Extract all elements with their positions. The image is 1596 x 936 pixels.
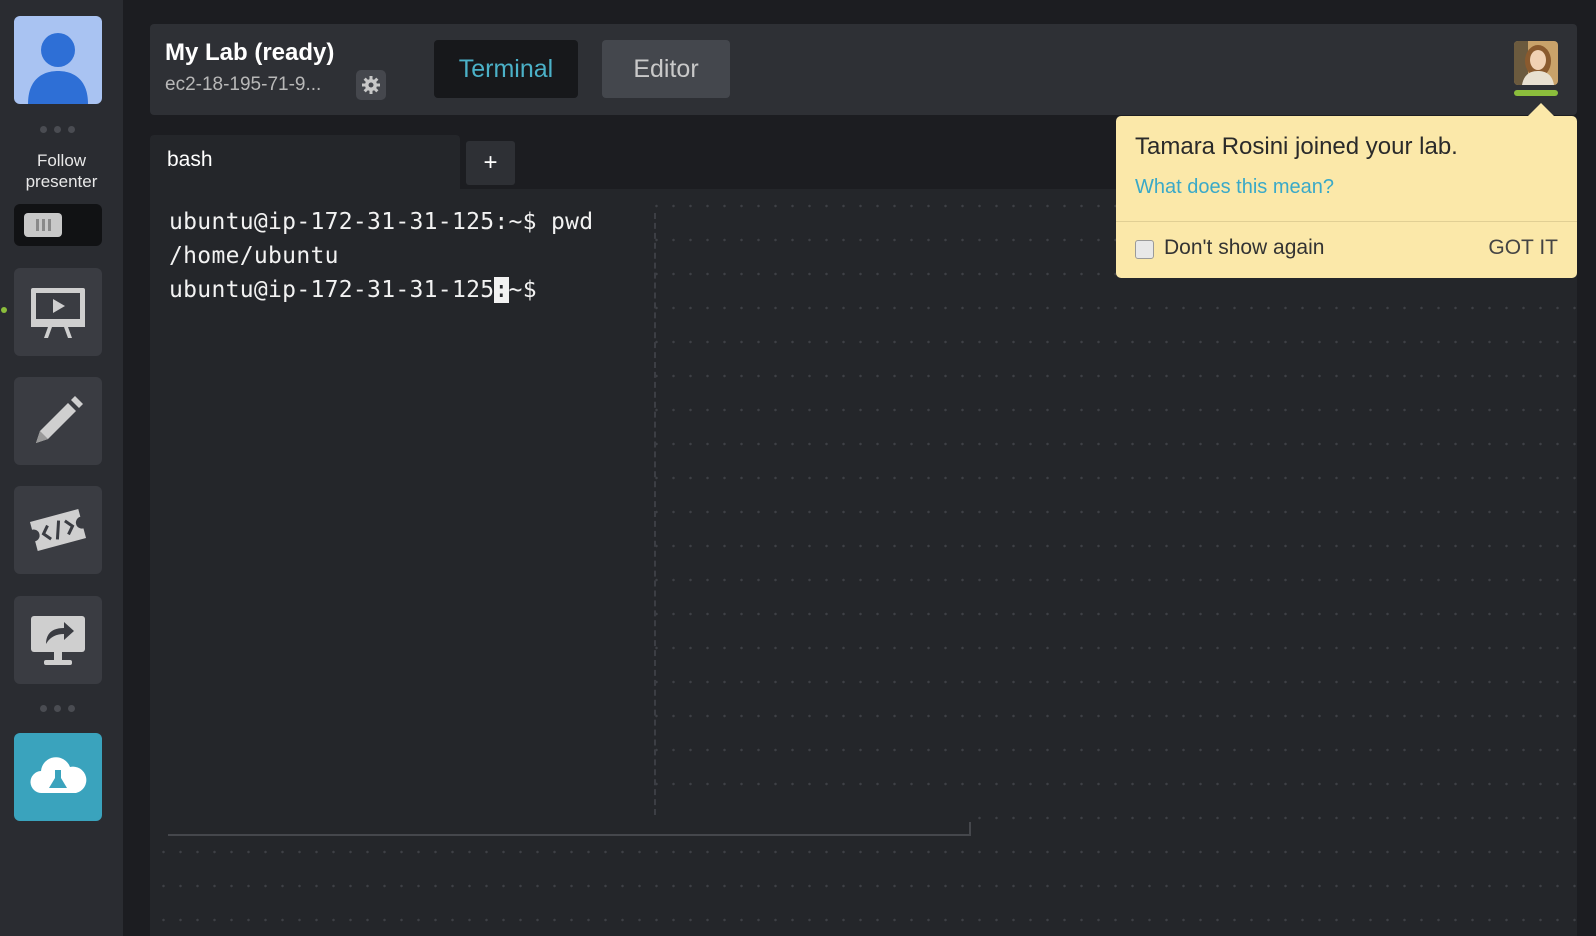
sidebar-dots-top [40,126,76,134]
notification-pointer [1527,103,1555,117]
lab-header: My Lab (ready) ec2-18-195-71-9... Termin… [150,24,1577,115]
terminal-rule-tick [969,822,971,836]
terminal-column-divider [654,213,656,815]
prompt-text: ubuntu@ip-172-31-31-125 [169,277,495,303]
terminal-line: /home/ubuntu [169,243,339,269]
share-screen-icon [31,616,85,665]
tab-editor[interactable]: Editor [602,40,730,98]
participant-status-bar [1514,90,1558,96]
terminal-pane-lower [150,815,970,834]
sidebar: Follow presenter [0,0,123,936]
user-avatar-icon [28,33,88,104]
share-screen-button[interactable] [14,596,102,684]
follow-presenter-label: Follow presenter [25,151,98,191]
dont-show-again-checkbox[interactable] [1135,240,1154,259]
notification-message: Tamara Rosini joined your lab. [1135,133,1458,160]
pen-icon [36,396,83,443]
notification-divider [1116,221,1577,222]
code-ticket-icon [29,509,87,551]
terminal-line: ubuntu@ip-172-31-31-125:~$ pwd [169,209,594,235]
lab-title: My Lab (ready) [165,39,335,66]
presentation-screen-icon [31,288,85,338]
prompt-suffix: ~$ [508,277,537,303]
participant-photo-icon [1514,41,1558,85]
gear-icon [362,76,380,94]
terminal-cursor: : [494,277,509,303]
terminal-bottom-rule [168,834,970,836]
pen-button[interactable] [14,377,102,465]
participant-avatar[interactable] [1514,41,1558,85]
tab-terminal[interactable]: Terminal [434,40,578,98]
code-button[interactable] [14,486,102,574]
dont-show-again-label[interactable]: Don't show again [1164,236,1324,260]
lab-host: ec2-18-195-71-9... [165,74,322,95]
toggle-knob [24,213,62,237]
terminal-prompt-line: ubuntu@ip-172-31-31-125:~$ [169,277,537,303]
follow-presenter-toggle[interactable] [14,204,102,246]
join-notification: Tamara Rosini joined your lab. What does… [1116,116,1577,278]
add-tab-button[interactable]: + [466,141,515,185]
user-avatar-button[interactable] [14,16,102,104]
sidebar-dots-bottom [40,705,76,713]
cloud-lab-icon [30,757,87,794]
got-it-button[interactable]: GOT IT [1488,236,1558,260]
tab-bash-label: bash [167,148,213,171]
cloud-lab-button[interactable] [14,733,102,821]
tab-bash[interactable]: bash [150,135,460,189]
what-does-this-mean-link[interactable]: What does this mean? [1135,176,1334,199]
active-indicator-dot [1,307,7,313]
terminal-area[interactable]: ubuntu@ip-172-31-31-125:~$ pwd /home/ubu… [150,189,1577,936]
settings-button[interactable] [356,70,386,100]
presentation-button[interactable] [14,268,102,356]
